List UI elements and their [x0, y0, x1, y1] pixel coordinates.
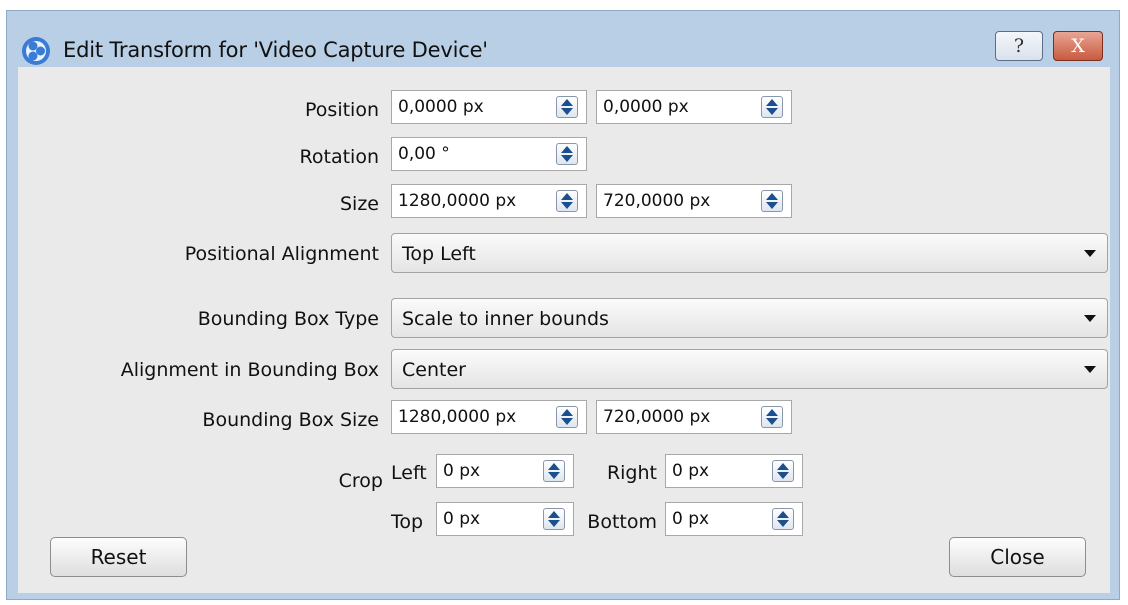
alignment-in-bounding-box-value: Center	[402, 359, 466, 381]
title-bar[interactable]: Edit Transform for 'Video Capture Device…	[7, 11, 1119, 75]
alignment-in-bounding-box-dropdown[interactable]: Center	[391, 349, 1108, 389]
spin-arrows-icon[interactable]	[772, 508, 794, 530]
crop-top-value: 0 px	[443, 509, 481, 529]
crop-right-spinbox[interactable]: 0 px	[665, 454, 803, 488]
window-close-button[interactable]: X	[1053, 31, 1103, 61]
positional-alignment-dropdown[interactable]: Top Left	[391, 233, 1108, 273]
crop-bottom-value: 0 px	[672, 509, 710, 529]
position-x-value: 0,0000 px	[398, 97, 484, 117]
chevron-down-icon	[1084, 315, 1096, 322]
help-button[interactable]: ?	[995, 31, 1043, 61]
spin-arrows-icon[interactable]	[556, 96, 578, 118]
size-label: Size	[339, 193, 379, 215]
position-y-value: 0,0000 px	[603, 97, 689, 117]
bounding-box-height-value: 720,0000 px	[603, 407, 711, 427]
bounding-box-width-spinbox[interactable]: 1280,0000 px	[391, 400, 587, 434]
position-label: Position	[305, 99, 379, 121]
positional-alignment-label: Positional Alignment	[184, 243, 379, 265]
bounding-box-type-value: Scale to inner bounds	[402, 308, 609, 330]
position-y-spinbox[interactable]: 0,0000 px	[596, 90, 792, 124]
close-icon: X	[1071, 35, 1085, 57]
crop-top-label: Top	[391, 511, 424, 533]
rotation-label: Rotation	[299, 146, 379, 168]
size-width-value: 1280,0000 px	[398, 191, 517, 211]
spin-arrows-icon[interactable]	[556, 190, 578, 212]
spin-arrows-icon[interactable]	[772, 460, 794, 482]
crop-right-value: 0 px	[672, 461, 710, 481]
obs-logo-icon	[22, 37, 50, 65]
close-button[interactable]: Close	[949, 537, 1086, 577]
size-height-value: 720,0000 px	[603, 191, 711, 211]
crop-bottom-spinbox[interactable]: 0 px	[665, 502, 803, 536]
crop-right-label: Right	[606, 462, 657, 484]
rotation-spinbox[interactable]: 0,00 °	[391, 137, 587, 171]
rotation-value: 0,00 °	[398, 144, 450, 164]
spin-arrows-icon[interactable]	[761, 190, 783, 212]
bounding-box-type-dropdown[interactable]: Scale to inner bounds	[391, 298, 1108, 338]
spin-arrows-icon[interactable]	[761, 406, 783, 428]
help-icon: ?	[1013, 35, 1025, 57]
spin-arrows-icon[interactable]	[556, 143, 578, 165]
crop-left-value: 0 px	[443, 461, 481, 481]
positional-alignment-value: Top Left	[402, 243, 476, 265]
reset-button[interactable]: Reset	[50, 537, 187, 577]
spin-arrows-icon[interactable]	[543, 460, 565, 482]
chevron-down-icon	[1084, 366, 1096, 373]
spin-arrows-icon[interactable]	[543, 508, 565, 530]
crop-left-spinbox[interactable]: 0 px	[436, 454, 574, 488]
crop-left-label: Left	[391, 462, 427, 484]
size-width-spinbox[interactable]: 1280,0000 px	[391, 184, 587, 218]
crop-label: Crop	[338, 470, 383, 492]
bounding-box-size-label: Bounding Box Size	[202, 409, 379, 431]
crop-bottom-label: Bottom	[587, 511, 657, 533]
spin-arrows-icon[interactable]	[761, 96, 783, 118]
size-height-spinbox[interactable]: 720,0000 px	[596, 184, 792, 218]
chevron-down-icon	[1084, 250, 1096, 257]
position-x-spinbox[interactable]: 0,0000 px	[391, 90, 587, 124]
spin-arrows-icon[interactable]	[556, 406, 578, 428]
dialog-body: Position 0,0000 px 0,0000 px Rotation 0,…	[18, 67, 1110, 593]
bounding-box-type-label: Bounding Box Type	[197, 308, 379, 330]
alignment-in-bounding-box-label: Alignment in Bounding Box	[120, 359, 379, 381]
crop-top-spinbox[interactable]: 0 px	[436, 502, 574, 536]
window-title: Edit Transform for 'Video Capture Device…	[63, 38, 488, 62]
edit-transform-dialog: Edit Transform for 'Video Capture Device…	[6, 10, 1120, 600]
bounding-box-height-spinbox[interactable]: 720,0000 px	[596, 400, 792, 434]
bounding-box-width-value: 1280,0000 px	[398, 407, 517, 427]
